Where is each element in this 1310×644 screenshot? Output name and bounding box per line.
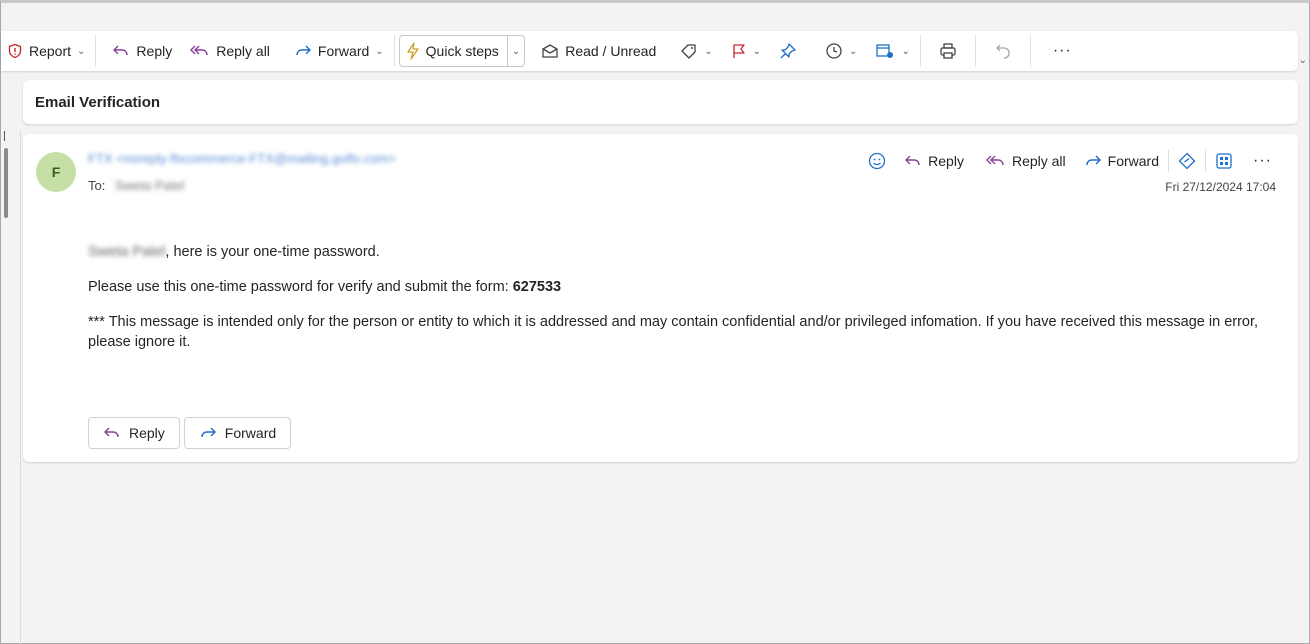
emoji-react-button[interactable] xyxy=(862,148,892,174)
forward-icon xyxy=(1085,155,1101,166)
divider xyxy=(1205,150,1207,172)
email-subject: Email Verification xyxy=(35,93,161,111)
greeting-line: Sweta Patel, here is your one-time passw… xyxy=(88,242,1278,262)
pin-button[interactable] xyxy=(773,35,803,67)
subject-header: Email Verification xyxy=(23,80,1298,124)
divider xyxy=(974,35,976,67)
report-button[interactable]: Report ⌄ xyxy=(1,35,91,67)
quick-steps-label: Quick steps xyxy=(425,43,499,59)
disclaimer: *** This message is intended only for th… xyxy=(88,314,1259,350)
sent-date: Fri 27/12/2024 17:04 xyxy=(1165,180,1276,194)
more-icon: ··· xyxy=(1253,152,1272,169)
reply-all-icon xyxy=(190,45,208,56)
divider xyxy=(95,35,97,67)
apps-grid-icon xyxy=(1216,153,1232,169)
reply-icon xyxy=(113,45,129,56)
otp-line: Please use this one-time password for ve… xyxy=(88,277,1278,297)
greeting-text: , here is your one-time password. xyxy=(165,244,380,260)
forward-label: Forward xyxy=(317,43,370,59)
reply-icon xyxy=(905,155,920,166)
envelope-open-icon xyxy=(542,44,558,58)
rules-button[interactable]: ⌄ xyxy=(869,35,915,67)
forward-icon xyxy=(201,427,216,438)
reply-all-button[interactable]: Reply all xyxy=(980,148,1072,174)
calendar-gear-icon xyxy=(876,44,894,58)
ribbon-toolbar: Report ⌄ Reply Reply all Forward ⌄ Quick… xyxy=(1,31,1298,71)
more-options-button[interactable]: ··· xyxy=(1047,35,1078,67)
smiley-icon xyxy=(869,152,886,170)
bottom-reply-button[interactable]: Reply xyxy=(88,417,180,449)
tag-button[interactable]: ⌄ xyxy=(674,35,718,67)
flag-button[interactable]: ⌄ xyxy=(725,35,767,67)
forward-icon xyxy=(296,45,311,56)
chevron-down-icon[interactable]: ⌄ xyxy=(849,46,857,57)
reply-button[interactable]: Reply xyxy=(106,35,178,67)
reply-button[interactable]: Reply xyxy=(898,148,970,174)
chevron-down-icon[interactable]: ⌄ xyxy=(753,46,761,57)
greeting-name: Sweta Patel xyxy=(88,244,166,260)
otp-code: 627533 xyxy=(512,279,562,295)
divider xyxy=(1168,150,1170,172)
sender-address[interactable]: FTX <noreply-ftxcommerce-FTX@mailing.gol… xyxy=(88,151,396,166)
reply-all-label: Reply all xyxy=(216,43,270,59)
divider xyxy=(919,35,921,67)
tag-icon xyxy=(681,44,696,59)
quick-reply-bar: Reply Forward xyxy=(88,417,292,449)
forward-button[interactable]: Forward ⌄ xyxy=(288,35,390,67)
reply-all-label: Reply all xyxy=(1011,153,1066,169)
pin-icon xyxy=(780,43,796,59)
read-unread-button[interactable]: Read / Unread xyxy=(535,35,662,67)
undo-button[interactable] xyxy=(988,35,1018,67)
reply-icon xyxy=(104,427,119,438)
undo-icon xyxy=(995,44,1010,59)
divider xyxy=(1029,35,1031,67)
print-button[interactable] xyxy=(933,35,963,67)
chevron-down-icon[interactable]: ⌄ xyxy=(704,46,712,57)
read-unread-label: Read / Unread xyxy=(565,43,657,59)
chevron-down-icon[interactable]: ⌄ xyxy=(506,36,524,66)
chevron-down-icon[interactable]: ⌄ xyxy=(77,46,85,57)
report-label: Report xyxy=(29,43,72,59)
left-tick xyxy=(4,131,10,141)
forward-label: Forward xyxy=(1107,153,1160,169)
clock-icon xyxy=(826,43,842,59)
otp-text: Please use this one-time password for ve… xyxy=(88,279,513,295)
message-body: Sweta Patel, here is your one-time passw… xyxy=(88,242,1278,367)
apps-button[interactable] xyxy=(1209,148,1239,174)
recipient-name[interactable]: Sweta Patel xyxy=(115,178,184,193)
reply-label: Reply xyxy=(129,425,165,441)
recipient-line: To: Sweta Patel xyxy=(88,178,184,193)
more-options-button[interactable]: ··· xyxy=(1247,148,1278,174)
quick-steps-button[interactable]: Quick steps ⌄ xyxy=(398,35,526,67)
reply-label: Reply xyxy=(136,43,173,59)
scrollbar-thumb[interactable] xyxy=(4,148,8,218)
snooze-button[interactable]: ⌄ xyxy=(819,35,863,67)
bottom-forward-button[interactable]: Forward xyxy=(183,417,292,449)
forward-label: Forward xyxy=(224,425,277,441)
shield-warning-icon xyxy=(8,43,22,59)
flag-icon xyxy=(733,44,745,58)
message-card: F FTX <noreply-ftxcommerce-FTX@mailing.g… xyxy=(23,134,1298,462)
to-label: To: xyxy=(88,178,106,193)
chevron-down-icon[interactable]: ⌄ xyxy=(901,46,909,57)
reply-all-button[interactable]: Reply all xyxy=(184,35,276,67)
diamond-link-icon xyxy=(1178,152,1196,170)
divider xyxy=(393,35,395,67)
reply-label: Reply xyxy=(928,153,964,169)
lightning-icon xyxy=(407,42,419,60)
printer-icon xyxy=(940,43,956,59)
chevron-down-icon[interactable]: ⌄ xyxy=(375,46,383,57)
forward-button[interactable]: Forward xyxy=(1078,148,1165,174)
reply-all-icon xyxy=(985,155,1004,166)
avatar: F xyxy=(36,152,76,192)
more-icon: ··· xyxy=(1052,42,1072,59)
addin-button[interactable] xyxy=(1172,148,1202,174)
chevron-down-icon[interactable]: ⌄ xyxy=(1299,55,1307,66)
message-actions: Reply Reply all Forward ··· xyxy=(862,148,1278,174)
